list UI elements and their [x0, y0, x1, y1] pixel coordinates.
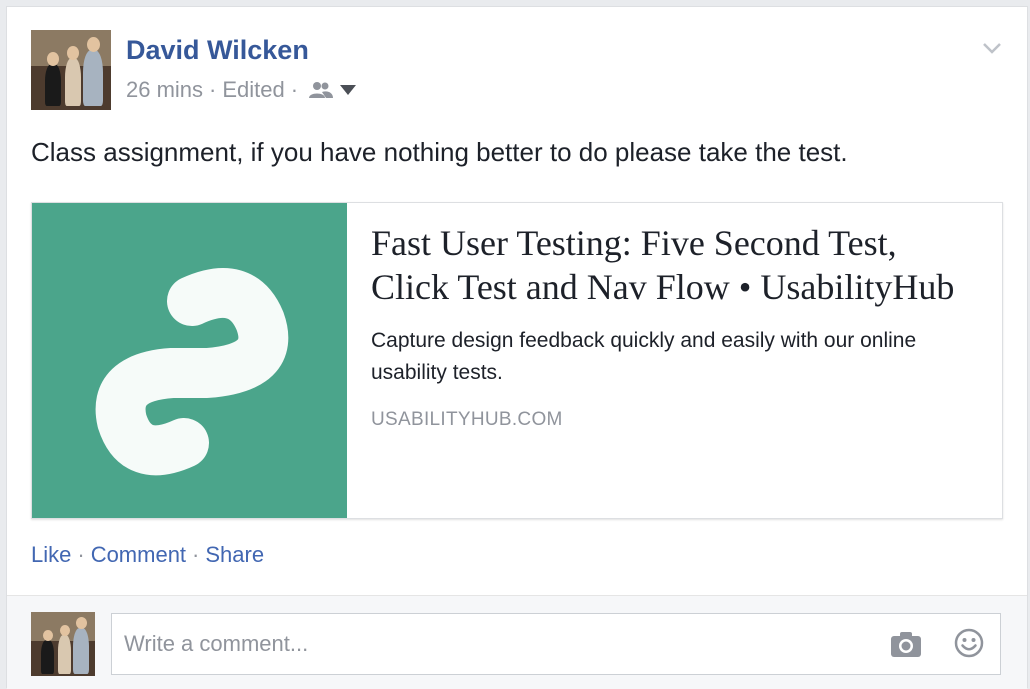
- post-card: David Wilcken 26 mins · Edited · Class a…: [6, 6, 1028, 689]
- meta-separator: ·: [209, 77, 217, 102]
- friends-icon: [309, 82, 334, 98]
- like-button[interactable]: Like: [31, 542, 71, 568]
- author-avatar[interactable]: [31, 30, 111, 110]
- link-domain: USABILITYHUB.COM: [371, 409, 563, 430]
- chevron-down-icon[interactable]: [981, 37, 1003, 59]
- action-separator: ·: [192, 542, 200, 567]
- emoji-icon[interactable]: [954, 628, 984, 658]
- link-thumbnail: [32, 203, 347, 518]
- action-separator: ·: [77, 542, 85, 567]
- post-text: Class assignment, if you have nothing be…: [31, 137, 848, 167]
- audience-selector[interactable]: [308, 81, 357, 99]
- share-button[interactable]: Share: [205, 542, 264, 568]
- camera-icon[interactable]: [890, 630, 922, 658]
- comment-button[interactable]: Comment: [91, 542, 186, 568]
- commenter-avatar[interactable]: [31, 612, 95, 676]
- link-description: Capture design feedback quickly and easi…: [371, 329, 917, 384]
- link-title[interactable]: Fast User Testing: Five Second Test, Cli…: [371, 221, 971, 309]
- link-body: Fast User Testing: Five Second Test, Cli…: [371, 221, 971, 431]
- meta-separator: ·: [290, 77, 299, 102]
- caret-down-icon: [340, 85, 357, 95]
- link-preview[interactable]: Fast User Testing: Five Second Test, Cli…: [31, 202, 1003, 519]
- post-meta: 26 mins · Edited ·: [126, 77, 357, 103]
- usabilityhub-logo: [95, 268, 289, 476]
- edited-label[interactable]: Edited: [222, 77, 284, 103]
- author-name[interactable]: David Wilcken: [126, 35, 309, 66]
- comment-box: [111, 613, 1001, 675]
- post-time[interactable]: 26 mins: [126, 77, 203, 103]
- post-actions: Like · Comment · Share: [31, 542, 264, 568]
- comment-input[interactable]: [112, 614, 872, 674]
